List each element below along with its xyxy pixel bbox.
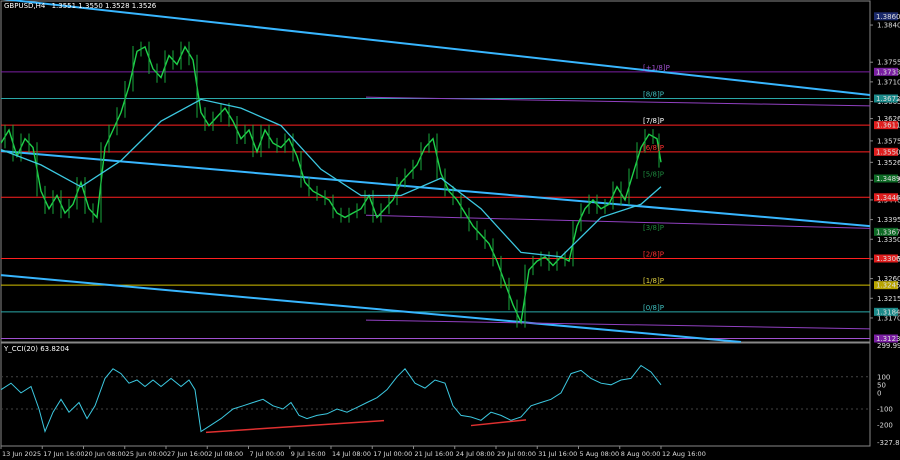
level-tag: 1.3446 bbox=[876, 194, 900, 202]
cci-tick-label: 299.9969 bbox=[877, 342, 900, 350]
symbol: GBPUSD,H4 bbox=[4, 2, 46, 10]
time-tick-label: 25 Jun 00:00 bbox=[126, 450, 167, 458]
price-tick-label: 1.3575 bbox=[877, 137, 900, 145]
price-tick-label: 1.3215 bbox=[877, 295, 900, 303]
time-tick-label: 14 Jul 08:00 bbox=[332, 450, 371, 458]
chart-symbol-title: GBPUSD,H4 1.3551 1.3550 1.3528 1.3526 bbox=[4, 2, 157, 10]
cci-tick-label: -200 bbox=[877, 422, 893, 430]
price-tick-label: 1.3350 bbox=[877, 236, 900, 244]
price-tick-label: 1.3526 bbox=[877, 159, 900, 167]
murray-label: [8/8]P bbox=[643, 90, 664, 98]
price-tick-label: 1.3710 bbox=[877, 78, 900, 86]
cci-title: Y_CCI(20) 63.8204 bbox=[3, 345, 70, 353]
level-tag: 1.3184 bbox=[876, 308, 900, 316]
level-tag: 1.3860 bbox=[876, 13, 900, 21]
murray-label: [0/8]P bbox=[643, 304, 664, 312]
time-tick-label: 13 Jun 2025 bbox=[2, 450, 41, 458]
level-tag: 1.3489 bbox=[876, 175, 900, 183]
time-tick-label: 17 Jun 16:00 bbox=[43, 450, 84, 458]
cci-tick-label: -100 bbox=[877, 405, 893, 413]
price-tick-label: 1.3840 bbox=[877, 22, 900, 30]
level-tag: 1.3672 bbox=[876, 95, 900, 103]
time-tick-label: 24 Jul 08:00 bbox=[456, 450, 495, 458]
price-chart-panel[interactable]: [+1/8]P [8/8]P [7/8]P [6/8]P [5/8]P [3/8]P [2/… bbox=[0, 0, 871, 343]
murray-label: [2/8]P bbox=[643, 250, 664, 258]
time-tick-label: 7 Jul 00:00 bbox=[250, 450, 285, 458]
level-tag: 1.3245 bbox=[876, 282, 900, 290]
price-tick-label: 1.3395 bbox=[877, 216, 900, 224]
cci-tick-label: 0 bbox=[877, 389, 881, 397]
murray-label: [6/8]P bbox=[643, 144, 664, 152]
time-tick-label: 12 Aug 16:00 bbox=[662, 450, 706, 458]
time-tick-label: 2 Jul 08:00 bbox=[208, 450, 243, 458]
level-tag: 1.3611 bbox=[876, 122, 900, 130]
cci-tick-label: -327.8322 bbox=[877, 439, 900, 447]
cci-tick-label: 50 bbox=[877, 381, 886, 389]
murray-label: [1/8]P bbox=[643, 277, 664, 285]
price-tick-label: 1.3755 bbox=[877, 59, 900, 67]
murray-label: [3/8]P bbox=[643, 224, 664, 232]
ohlc-values: 1.3551 1.3550 1.3528 1.3526 bbox=[52, 2, 157, 10]
level-tag: 1.3733 bbox=[876, 68, 900, 76]
trading-terminal: [+1/8]P [8/8]P [7/8]P [6/8]P [5/8]P [3/8]P [2/… bbox=[0, 0, 900, 460]
time-tick-label: 5 Aug 08:00 bbox=[580, 450, 620, 458]
time-tick-label: 31 Jul 16:00 bbox=[538, 450, 577, 458]
time-tick-label: 8 Aug 00:00 bbox=[621, 450, 661, 458]
murray-label: [5/8]P bbox=[643, 170, 664, 178]
time-tick-label: 21 Jul 16:00 bbox=[415, 450, 454, 458]
time-tick-label: 17 Jul 00:00 bbox=[373, 450, 412, 458]
cci-indicator-panel[interactable] bbox=[0, 342, 871, 447]
murray-label: [7/8]P bbox=[643, 117, 664, 125]
time-tick-label: 20 Jun 08:00 bbox=[85, 450, 126, 458]
level-tag: 1.3367 bbox=[876, 228, 900, 236]
time-tick-label: 9 Jul 16:00 bbox=[291, 450, 326, 458]
time-tick-label: 29 Jul 00:00 bbox=[497, 450, 536, 458]
level-tag: 1.3550 bbox=[876, 148, 900, 156]
time-tick-label: 27 Jun 16:00 bbox=[167, 450, 208, 458]
level-tag: 1.3306 bbox=[876, 255, 900, 263]
cci-tick-label: 100 bbox=[877, 373, 890, 381]
murray-label: [+1/8]P bbox=[643, 64, 670, 72]
